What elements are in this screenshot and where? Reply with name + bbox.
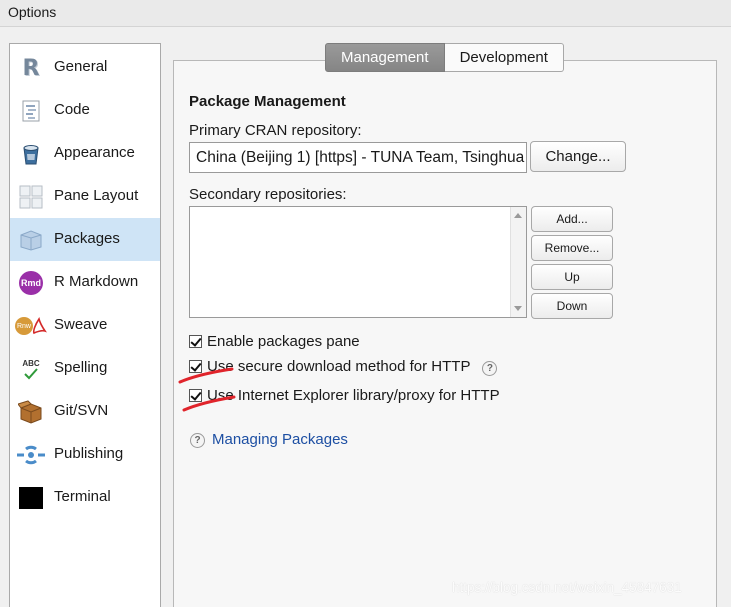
sidebar-item-sweave[interactable]: Rnw Sweave	[10, 304, 160, 347]
sidebar-item-appearance[interactable]: Appearance	[10, 132, 160, 175]
checkbox-label: Use Internet Explorer library/proxy for …	[207, 386, 500, 404]
rmd-icon: Rmd	[18, 271, 44, 295]
r-logo-icon: R	[22, 55, 40, 81]
move-down-button[interactable]: Down	[531, 293, 613, 319]
sidebar-item-pane-layout[interactable]: Pane Layout	[10, 175, 160, 218]
remove-repo-button[interactable]: Remove...	[531, 235, 613, 261]
sidebar-item-packages[interactable]: Packages	[10, 218, 160, 261]
sidebar-item-label: Publishing	[54, 445, 124, 462]
tab-management[interactable]: Management	[325, 43, 445, 72]
sidebar-item-label: Terminal	[54, 488, 111, 505]
red-annotation-marks	[178, 367, 236, 412]
add-repo-button[interactable]: Add...	[531, 206, 613, 232]
sidebar-item-spelling[interactable]: ABC Spelling	[10, 347, 160, 390]
code-document-icon	[18, 99, 44, 123]
scroll-up-icon[interactable]	[514, 213, 522, 218]
primary-cran-field[interactable]: China (Beijing 1) [https] - TUNA Team, T…	[189, 142, 527, 173]
spell-check-icon: ABC	[18, 357, 44, 381]
primary-cran-label: Primary CRAN repository:	[189, 122, 362, 139]
secondary-repos-list[interactable]	[189, 206, 527, 318]
sidebar-item-general[interactable]: R General	[10, 46, 160, 89]
git-box-icon	[18, 400, 44, 424]
sidebar-item-label: Spelling	[54, 359, 108, 376]
managing-packages-link[interactable]: Managing Packages	[212, 431, 348, 448]
sidebar-item-label: R Markdown	[54, 273, 139, 290]
sidebar-item-terminal[interactable]: Terminal	[10, 476, 160, 519]
list-scrollbar[interactable]	[510, 207, 526, 317]
help-icon[interactable]: ?	[482, 360, 498, 376]
sidebar-item-label: General	[54, 58, 108, 75]
paint-bucket-icon	[18, 142, 44, 166]
sidebar-item-r-markdown[interactable]: Rmd R Markdown	[10, 261, 160, 304]
secondary-repos-label: Secondary repositories:	[189, 186, 347, 203]
sidebar-item-label: Code	[54, 101, 90, 118]
window-title: Options	[0, 0, 731, 27]
package-box-icon	[18, 228, 44, 252]
sidebar-item-label: Packages	[54, 230, 120, 247]
move-up-button[interactable]: Up	[531, 264, 613, 290]
tab-bar: Management Development	[325, 43, 564, 72]
terminal-icon	[18, 486, 44, 510]
enable-packages-pane-checkbox[interactable]	[189, 334, 202, 348]
sidebar-item-label: Git/SVN	[54, 402, 109, 419]
sidebar-item-label: Appearance	[54, 144, 135, 161]
scroll-down-icon[interactable]	[514, 306, 522, 311]
sidebar-item-git-svn[interactable]: Git/SVN	[10, 390, 160, 433]
sweave-icon: Rnw	[14, 314, 48, 338]
help-icon: ?	[190, 433, 205, 448]
checkbox-label: Enable packages pane	[207, 332, 360, 350]
sidebar-item-code[interactable]: Code	[10, 89, 160, 132]
sidebar-item-label: Sweave	[54, 316, 108, 333]
sidebar-item-label: Pane Layout	[54, 187, 139, 204]
section-title: Package Management	[189, 93, 346, 110]
publish-icon	[14, 443, 48, 467]
watermark: https://blog.csdn.net/weixin_45847631	[452, 580, 682, 595]
sidebar-item-publishing[interactable]: Publishing	[10, 433, 160, 476]
options-sidebar: R General Code Appearance Pane Layout Pa…	[9, 43, 161, 607]
enable-packages-pane-row: Enable packages pane	[189, 332, 360, 350]
pane-layout-icon	[18, 185, 44, 209]
tab-development[interactable]: Development	[444, 43, 564, 72]
checkbox-label: Use secure download method for HTTP	[207, 357, 471, 375]
change-button[interactable]: Change...	[530, 141, 626, 172]
